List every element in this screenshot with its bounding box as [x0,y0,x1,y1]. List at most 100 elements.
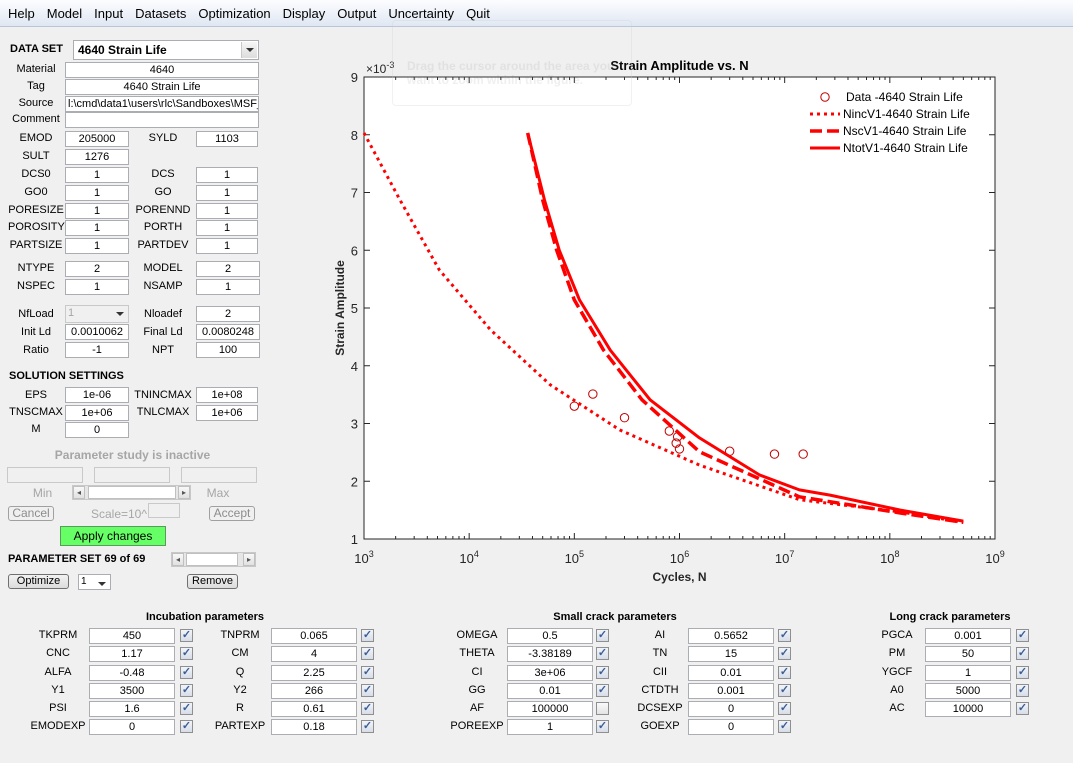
param-checkbox-alfa[interactable]: ✓ [180,666,193,679]
m-field[interactable]: 0 [65,422,129,438]
param-checkbox-tn[interactable]: ✓ [778,647,791,660]
nspec-field[interactable]: 1 [65,279,129,295]
accept-button[interactable]: Accept [209,506,255,521]
param-field-ygcf[interactable]: 1 [925,665,1011,681]
param-field-psi[interactable]: 1.6 [89,701,175,717]
menu-display[interactable]: Display [277,0,332,27]
param-field-gg[interactable]: 0.01 [507,683,593,699]
param-field-alfa[interactable]: -0.48 [89,665,175,681]
param-checkbox-ctdth[interactable]: ✓ [778,684,791,697]
param-field-tnprm[interactable]: 0.065 [271,628,357,644]
optimize-button[interactable]: Optimize [8,574,69,589]
ntype-field[interactable]: 2 [65,261,129,277]
param-checkbox-ai[interactable]: ✓ [778,629,791,642]
comment-field[interactable] [65,112,259,128]
param-field-y2[interactable]: 266 [271,683,357,699]
menu-optimization[interactable]: Optimization [192,0,276,27]
npt-field[interactable]: 100 [196,342,260,358]
menu-input[interactable]: Input [88,0,129,27]
param-checkbox-partexp[interactable]: ✓ [361,720,374,733]
param-field-omega[interactable]: 0.5 [507,628,593,644]
slider-thumb[interactable] [186,553,238,566]
param-field-a0[interactable]: 5000 [925,683,1011,699]
param-field-goexp[interactable]: 0 [688,719,774,735]
param-field-ac[interactable]: 10000 [925,701,1011,717]
param-field-ci[interactable]: 3e+06 [507,665,593,681]
param-checkbox-cii[interactable]: ✓ [778,666,791,679]
prop-field-partdev[interactable]: 1 [196,238,258,254]
param-field-pgca[interactable]: 0.001 [925,628,1011,644]
param-checkbox-ygcf[interactable]: ✓ [1016,666,1029,679]
initld-field[interactable]: 0.0010062 [65,324,129,340]
param-field-emodexp[interactable]: 0 [89,719,175,735]
nloadef-field[interactable]: 2 [196,306,260,322]
nsamp-field[interactable]: 1 [196,279,260,295]
param-checkbox-y2[interactable]: ✓ [361,684,374,697]
slider-left-arrow-icon[interactable]: ◂ [73,486,85,499]
prop-field-porennd[interactable]: 1 [196,203,258,219]
tnincmax-field[interactable]: 1e+08 [196,387,258,403]
apply-changes-button[interactable]: Apply changes [60,526,166,546]
param-field-cm[interactable]: 4 [271,646,357,662]
param-checkbox-ac[interactable]: ✓ [1016,702,1029,715]
param-checkbox-emodexp[interactable]: ✓ [180,720,193,733]
param-field-q[interactable]: 2.25 [271,665,357,681]
param-field-tkprm[interactable]: 450 [89,628,175,644]
menu-datasets[interactable]: Datasets [129,0,192,27]
cancel-button[interactable]: Cancel [8,506,54,521]
prop-field-go[interactable]: 1 [196,185,258,201]
ratio-field[interactable]: -1 [65,342,129,358]
param-field-poreexp[interactable]: 1 [507,719,593,735]
tnscmax-field[interactable]: 1e+06 [65,405,129,421]
param-checkbox-tnprm[interactable]: ✓ [361,629,374,642]
slider-right-arrow-icon[interactable]: ▸ [178,486,190,499]
param-field-af[interactable]: 100000 [507,701,593,717]
finalld-field[interactable]: 0.0080248 [196,324,260,340]
param-field-y1[interactable]: 3500 [89,683,175,699]
source-field[interactable]: l:\cmd\data1\users\rlc\Sandboxes\MSF_ [65,96,259,112]
prop-field-syld[interactable]: 1103 [196,131,258,147]
param-checkbox-pm[interactable]: ✓ [1016,647,1029,660]
prop-field-porth[interactable]: 1 [196,220,258,236]
param-field-ctdth[interactable]: 0.001 [688,683,774,699]
param-checkbox-omega[interactable]: ✓ [596,629,609,642]
param-field-r[interactable]: 0.61 [271,701,357,717]
prop-field-porosity[interactable]: 1 [65,220,129,236]
model-field[interactable]: 2 [196,261,260,277]
dataset-dropdown[interactable]: 4640 Strain Life [73,40,259,60]
param-field-cnc[interactable]: 1.17 [89,646,175,662]
param-checkbox-poreexp[interactable]: ✓ [596,720,609,733]
param-field-tn[interactable]: 15 [688,646,774,662]
prop-field-dcs[interactable]: 1 [196,167,258,183]
param-checkbox-dcsexp[interactable]: ✓ [778,702,791,715]
prop-field-sult[interactable]: 1276 [65,149,129,165]
param-checkbox-theta[interactable]: ✓ [596,647,609,660]
param-checkbox-psi[interactable]: ✓ [180,702,193,715]
menu-output[interactable]: Output [331,0,382,27]
slider-left-arrow-icon[interactable]: ◂ [172,553,184,566]
remove-button[interactable]: Remove [187,574,238,589]
param-study-slider[interactable]: ◂ ▸ [72,485,191,500]
prop-field-partsize[interactable]: 1 [65,238,129,254]
prop-field-go0[interactable]: 1 [65,185,129,201]
param-checkbox-cnc[interactable]: ✓ [180,647,193,660]
menu-help[interactable]: Help [2,0,41,27]
param-checkbox-ci[interactable]: ✓ [596,666,609,679]
param-field-theta[interactable]: -3.38189 [507,646,593,662]
material-field[interactable]: 4640 [65,62,259,78]
param-checkbox-pgca[interactable]: ✓ [1016,629,1029,642]
param-checkbox-y1[interactable]: ✓ [180,684,193,697]
param-field-ai[interactable]: 0.5652 [688,628,774,644]
optimize-select[interactable]: 1 [78,574,111,590]
param-checkbox-q[interactable]: ✓ [361,666,374,679]
prop-field-emod[interactable]: 205000 [65,131,129,147]
tnlcmax-field[interactable]: 1e+06 [196,405,258,421]
prop-field-poresize[interactable]: 1 [65,203,129,219]
param-checkbox-r[interactable]: ✓ [361,702,374,715]
strain-amplitude-chart[interactable]: 103 104 105 106 107 108 109 1 2 3 4 5 6 7 8 9 ×10-3 Strai… [320,50,1040,600]
param-field-cii[interactable]: 0.01 [688,665,774,681]
param-field-pm[interactable]: 50 [925,646,1011,662]
param-checkbox-tkprm[interactable]: ✓ [180,629,193,642]
slider-right-arrow-icon[interactable]: ▸ [243,553,255,566]
param-checkbox-cm[interactable]: ✓ [361,647,374,660]
